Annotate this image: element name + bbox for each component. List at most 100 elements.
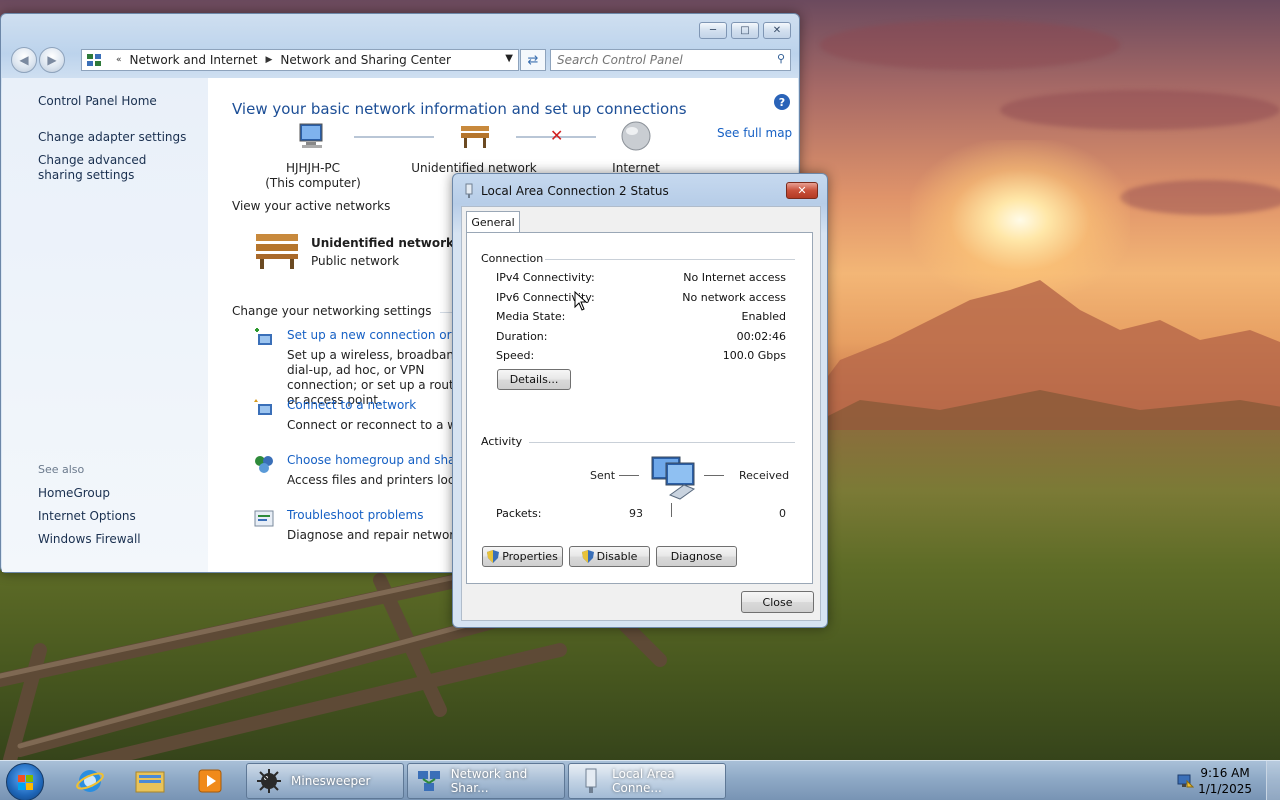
- internet-explorer-icon: [76, 770, 104, 792]
- minimize-button[interactable]: ─: [699, 22, 727, 39]
- connection-heading: Connection: [481, 252, 544, 265]
- sidebar-item-internet-options[interactable]: Internet Options: [38, 509, 136, 523]
- close-button[interactable]: ✕: [763, 22, 791, 39]
- active-network-name: Unidentified network: [311, 236, 454, 250]
- sidebar-item-windows-firewall[interactable]: Windows Firewall: [38, 532, 141, 546]
- activity-heading: Activity: [481, 435, 523, 448]
- media-state-value: Enabled: [741, 310, 786, 323]
- control-panel-icon: [87, 54, 101, 66]
- tab-general[interactable]: General: [466, 211, 520, 233]
- see-also-heading: See also: [38, 463, 85, 476]
- folder-icon: [135, 771, 165, 793]
- computer-label[interactable]: HJHJH-PC (This computer): [258, 161, 368, 191]
- active-network-type[interactable]: Public network: [311, 254, 399, 268]
- breadcrumb-separator-icon[interactable]: ▶: [265, 55, 272, 65]
- details-button[interactable]: Details...: [497, 369, 571, 390]
- troubleshoot-icon: [254, 510, 274, 527]
- address-bar[interactable]: « Network and Internet ▶ Network and Sha…: [81, 49, 519, 71]
- cloud: [1120, 180, 1280, 215]
- ipv4-label: IPv4 Connectivity:: [496, 271, 595, 284]
- help-icon[interactable]: ?: [774, 94, 790, 110]
- dialog-close-button[interactable]: ✕: [786, 182, 818, 199]
- computer-icon: [299, 123, 323, 148]
- pinned-internet-explorer[interactable]: [65, 764, 115, 798]
- caption-buttons: ─ □ ✕: [699, 22, 791, 39]
- disable-button-label: Disable: [596, 550, 638, 563]
- pinned-windows-explorer[interactable]: [125, 764, 175, 798]
- duration-label: Duration:: [496, 330, 548, 343]
- taskbar-button-label: Local Area Conne...: [612, 767, 675, 795]
- minesweeper-icon: [257, 769, 281, 793]
- homegroup-desc: Access files and printers located on oth…: [287, 473, 457, 487]
- bench-icon: [461, 126, 489, 148]
- taskbar-button-label: Network and Shar...: [450, 767, 528, 795]
- packets-label: Packets:: [496, 507, 542, 520]
- sidebar-item-change-adapter-settings[interactable]: Change adapter settings: [38, 130, 186, 144]
- network-adapter-icon: [465, 183, 473, 198]
- mouse-cursor-icon: [574, 291, 588, 311]
- sidebar-item-control-panel-home[interactable]: Control Panel Home: [38, 94, 157, 108]
- search-input[interactable]: [550, 49, 791, 71]
- general-panel: Connection IPv4 Connectivity: No Interne…: [466, 232, 813, 584]
- sidebar-item-homegroup[interactable]: HomeGroup: [38, 486, 110, 500]
- breadcrumb-network-internet[interactable]: Network and Internet: [130, 53, 258, 67]
- packets-sent: 93: [629, 507, 643, 520]
- speed-label: Speed:: [496, 349, 535, 362]
- breadcrumb-overflow-icon[interactable]: «: [116, 55, 122, 65]
- close-dialog-button[interactable]: Close: [741, 591, 814, 613]
- computer-sub: (This computer): [265, 176, 361, 190]
- clock-date: 1/1/2025: [1198, 782, 1252, 796]
- troubleshoot-link[interactable]: Troubleshoot problems: [287, 508, 423, 522]
- homegroup-icon: [255, 456, 273, 473]
- disconnected-x-icon[interactable]: ✕: [550, 126, 563, 145]
- bench-icon: [256, 234, 298, 269]
- refresh-button[interactable]: ⇄: [520, 49, 546, 71]
- ipv6-value: No network access: [682, 291, 786, 304]
- diagnose-button[interactable]: Diagnose: [656, 546, 737, 567]
- network-tray-icon[interactable]: [1176, 772, 1195, 793]
- taskbar-button-minesweeper[interactable]: Minesweeper: [246, 763, 404, 799]
- mountain-silhouette: [780, 280, 1280, 440]
- duration-value: 00:02:46: [736, 330, 786, 343]
- taskbar-button-network-sharing[interactable]: Network and Shar...: [407, 763, 565, 799]
- disable-button[interactable]: Disable: [569, 546, 650, 567]
- sent-line: [619, 475, 639, 476]
- taskbar-button-label: Minesweeper: [291, 774, 371, 788]
- map-connection-line: [354, 136, 434, 138]
- see-full-map-link[interactable]: See full map: [717, 126, 792, 140]
- media-player-icon: [198, 769, 222, 793]
- connect-network-link[interactable]: Connect to a network: [287, 398, 416, 412]
- packets-received: 0: [779, 507, 786, 520]
- search-icon[interactable]: ⚲: [777, 52, 785, 65]
- connect-network-desc: Connect or reconnect to a wireless, wire…: [287, 418, 457, 432]
- received-line: [704, 475, 724, 476]
- properties-button-label: Properties: [502, 550, 558, 563]
- sidebar-item-change-advanced-sharing[interactable]: Change advanced sharing settings: [38, 153, 188, 183]
- new-connection-icon: [255, 328, 272, 345]
- maximize-button[interactable]: □: [731, 22, 759, 39]
- sidebar: Control Panel Home Change adapter settin…: [2, 78, 208, 572]
- start-button[interactable]: [6, 763, 44, 800]
- pinned-media-player[interactable]: [185, 764, 235, 798]
- show-desktop-button[interactable]: [1266, 761, 1280, 800]
- cloud: [1000, 90, 1280, 130]
- network-center-icon: [418, 771, 441, 791]
- computer-name: HJHJH-PC: [285, 161, 341, 175]
- network-status-icon: [1177, 774, 1195, 788]
- connect-network-icon: [254, 399, 272, 415]
- troubleshoot-desc: Diagnose and repair network problems, or…: [287, 528, 457, 542]
- system-clock[interactable]: 9:16 AM 1/1/2025: [1198, 765, 1252, 797]
- media-state-label: Media State:: [496, 310, 566, 323]
- divider: [529, 442, 795, 443]
- breadcrumb-network-sharing-center[interactable]: Network and Sharing Center: [280, 53, 451, 67]
- back-button[interactable]: ◀: [11, 47, 37, 73]
- network-adapter-icon: [585, 768, 597, 793]
- navigation-bar: ◀ ▶ « Network and Internet ▶ Network and…: [9, 47, 793, 73]
- dialog-title: Local Area Connection 2 Status: [481, 184, 669, 198]
- properties-button[interactable]: Properties: [482, 546, 563, 567]
- forward-button[interactable]: ▶: [39, 47, 65, 73]
- address-dropdown-icon[interactable]: ▼: [505, 53, 513, 64]
- packets-divider: [671, 503, 672, 517]
- taskbar-button-local-area-connection[interactable]: Local Area Conne...: [568, 763, 726, 799]
- connection-status-dialog: Local Area Connection 2 Status ✕ General…: [452, 173, 828, 628]
